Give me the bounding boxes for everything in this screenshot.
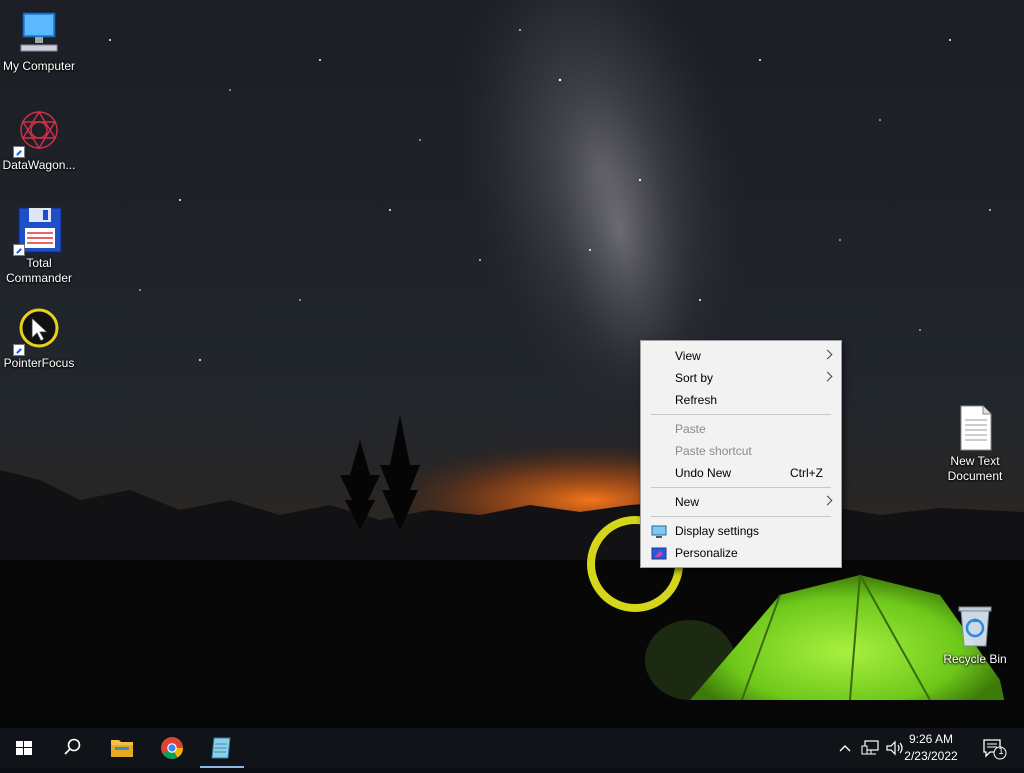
start-icon bbox=[16, 741, 32, 755]
clock-time[interactable]: 9:26 AM bbox=[896, 732, 966, 746]
menu-separator bbox=[651, 516, 831, 517]
clock-date[interactable]: 2/23/2022 bbox=[896, 749, 966, 763]
notification-count-badge: 1 bbox=[998, 746, 1004, 756]
submenu-arrow-icon bbox=[822, 371, 833, 382]
desktop-icon-label: New Text Document bbox=[947, 454, 1003, 483]
desktop-icon-label: DataWagon... bbox=[2, 158, 76, 172]
menu-item-personalize[interactable]: Personalize bbox=[641, 542, 841, 564]
menu-item-paste[interactable]: Paste bbox=[641, 418, 841, 440]
menu-item-new[interactable]: New bbox=[641, 491, 841, 513]
shortcut-arrow-icon bbox=[13, 344, 25, 356]
start-button[interactable] bbox=[0, 728, 48, 768]
menu-item-display-settings[interactable]: Display settings bbox=[641, 520, 841, 542]
text-document-icon bbox=[951, 404, 999, 452]
chevron-up-icon bbox=[839, 745, 851, 752]
desktop-icon-label: Recycle Bin bbox=[943, 652, 1007, 666]
recycle-bin-icon bbox=[951, 602, 999, 650]
display-settings-icon bbox=[651, 524, 667, 538]
network-button[interactable] bbox=[860, 738, 882, 758]
search-icon bbox=[64, 738, 81, 755]
keyboard-shortcut: Ctrl+Z bbox=[790, 466, 823, 480]
desktop-icon-recycle-bin[interactable]: Recycle Bin bbox=[935, 602, 1015, 667]
menu-separator bbox=[651, 414, 831, 415]
file-explorer-icon bbox=[111, 740, 133, 757]
datawagon-icon bbox=[13, 108, 63, 158]
desktop-icon-datawagon[interactable]: DataWagon... bbox=[0, 108, 79, 173]
computer-icon bbox=[15, 9, 63, 57]
chrome-icon bbox=[161, 737, 183, 759]
submenu-arrow-icon bbox=[822, 349, 833, 360]
shortcut-arrow-icon bbox=[13, 146, 25, 158]
menu-item-paste-shortcut[interactable]: Paste shortcut bbox=[641, 440, 841, 462]
desktop-wallpaper[interactable] bbox=[0, 0, 1024, 728]
shortcut-arrow-icon bbox=[13, 244, 25, 256]
menu-item-sort-by[interactable]: Sort by bbox=[641, 367, 841, 389]
desktop-icon-label: PointerFocus bbox=[3, 356, 75, 370]
menu-separator bbox=[651, 487, 831, 488]
personalize-icon bbox=[651, 546, 667, 560]
desktop-icon-new-text-document[interactable]: New Text Document bbox=[935, 404, 1015, 484]
taskbar: 9:26 AM 2/23/2022 1 bbox=[0, 728, 1024, 768]
submenu-arrow-icon bbox=[822, 495, 833, 506]
network-icon bbox=[861, 740, 879, 755]
taskbar-chrome[interactable] bbox=[148, 728, 196, 768]
floppy-disk-icon bbox=[13, 206, 63, 256]
menu-item-undo-new[interactable]: Undo New Ctrl+Z bbox=[641, 462, 841, 484]
menu-item-view[interactable]: View bbox=[641, 345, 841, 367]
pointer-focus-icon bbox=[13, 306, 63, 356]
desktop-icon-total-commander[interactable]: Total Commander bbox=[0, 206, 79, 286]
action-center-button[interactable]: 1 bbox=[980, 736, 1008, 760]
desktop-context-menu: View Sort by Refresh Paste Paste shortcu… bbox=[640, 340, 842, 568]
menu-item-refresh[interactable]: Refresh bbox=[641, 389, 841, 411]
search-button[interactable] bbox=[48, 728, 96, 768]
desktop-icon-label: My Computer bbox=[2, 59, 76, 73]
show-hidden-icons-button[interactable] bbox=[836, 740, 854, 756]
taskbar-notepad[interactable] bbox=[198, 728, 246, 768]
desktop-icon-label: Total Commander bbox=[5, 256, 73, 285]
desktop-icon-pointerfocus[interactable]: PointerFocus bbox=[0, 306, 79, 371]
taskbar-file-explorer[interactable] bbox=[98, 728, 146, 768]
notepad-icon bbox=[211, 737, 231, 759]
desktop-icon-my-computer[interactable]: My Computer bbox=[0, 9, 79, 74]
